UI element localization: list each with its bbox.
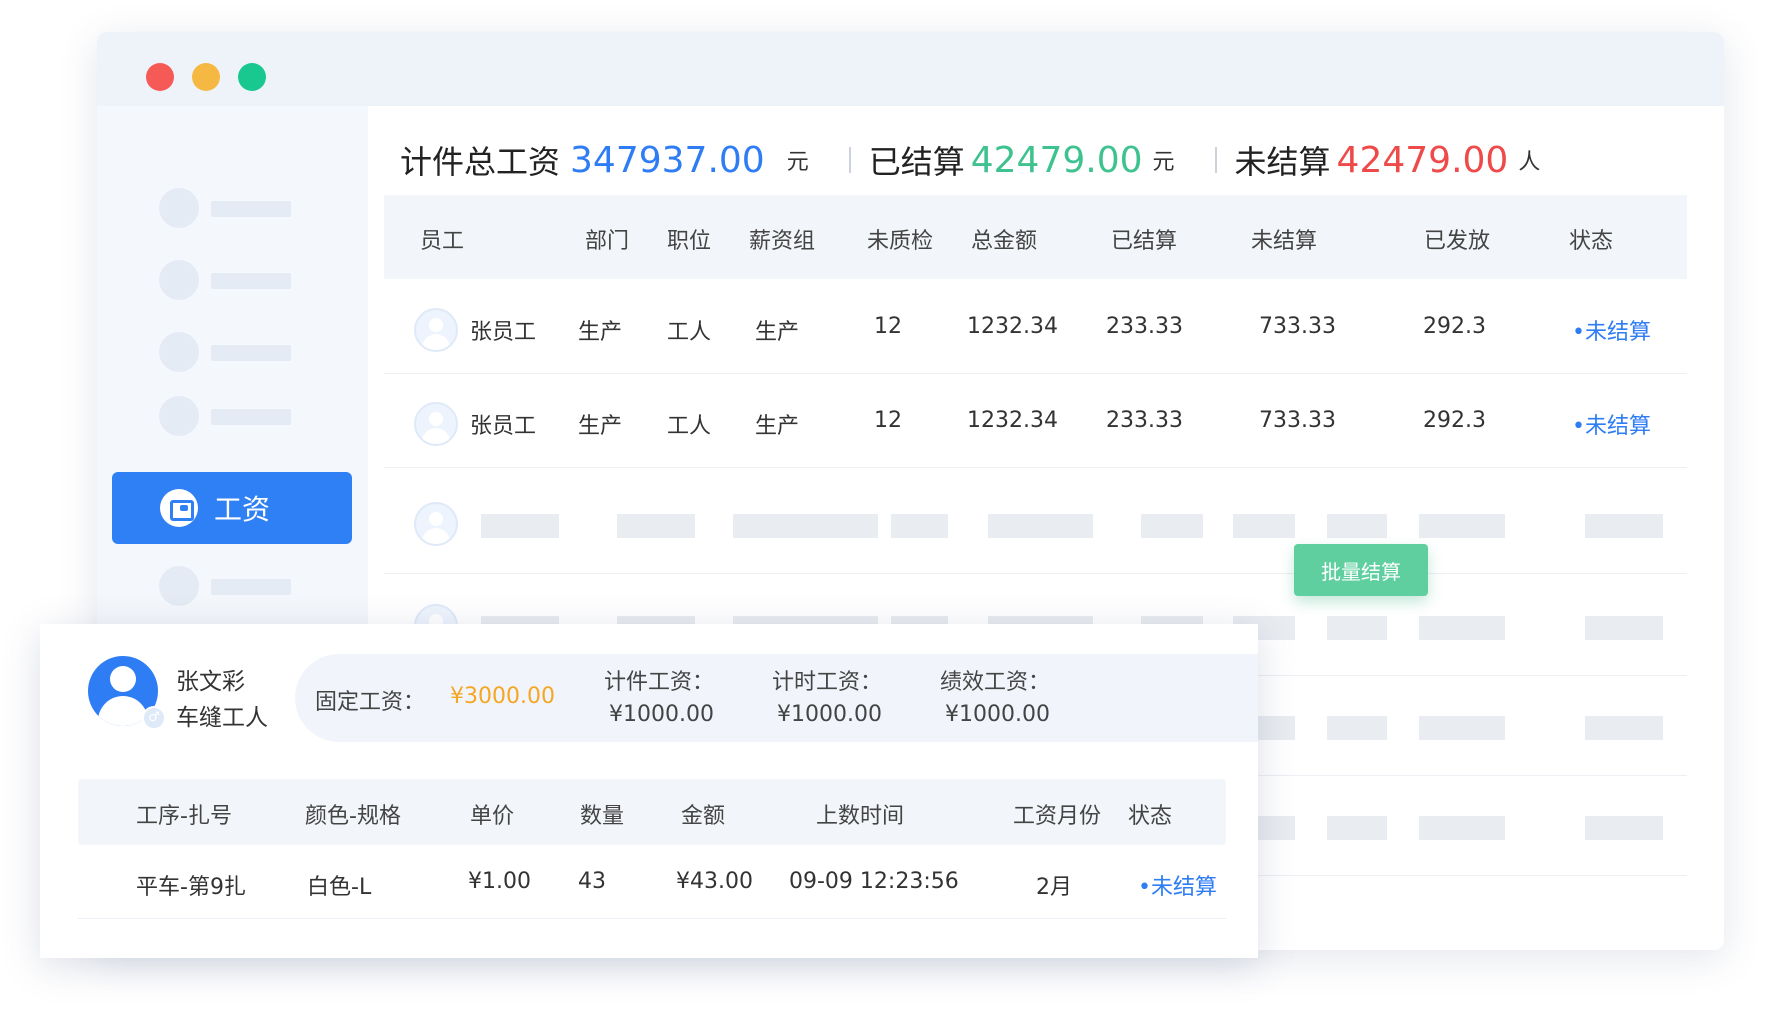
column-header-salary-group[interactable]: 薪资组 (749, 223, 815, 255)
cell-process: 平车-第9扎 (136, 875, 246, 900)
employee-name: 张文彩 (176, 669, 245, 695)
sidebar-item-placeholder[interactable] (159, 188, 309, 228)
cell-upload-time: 09-09 12:23:56 (789, 869, 959, 894)
employee-role: 车缝工人 (176, 705, 268, 731)
fixed-salary-label: 固定工资： (315, 690, 426, 715)
title-bar (97, 32, 1724, 106)
cell-settled: 233.33 (1106, 408, 1183, 433)
cell-unchecked: 12 (874, 314, 902, 339)
cell-settled: 233.33 (1106, 314, 1183, 339)
cell-amount: ¥43.00 (676, 869, 753, 894)
piece-salary-value: ¥1000.00 (609, 702, 714, 727)
column-header-position[interactable]: 职位 (667, 223, 711, 255)
column-header-upload-time[interactable]: 上数时间 (816, 798, 904, 830)
cell-color-size: 白色-L (307, 875, 372, 900)
column-header-unit-price[interactable]: 单价 (470, 798, 514, 830)
cell-total-amount: 1232.34 (967, 408, 1058, 433)
column-header-process[interactable]: 工序-扎号 (136, 798, 232, 830)
settled-label: 已结算 (868, 143, 965, 181)
sidebar-item-label: 工资 (214, 493, 271, 526)
column-header-status[interactable]: 状态 (1128, 798, 1172, 830)
detail-table-header: 工序-扎号 颜色-规格 单价 数量 金额 上数时间 工资月份 状态 (78, 779, 1226, 845)
cell-unchecked: 12 (874, 408, 902, 433)
column-header-quantity[interactable]: 数量 (580, 798, 624, 830)
salary-summary: 计件总工资 347937.00 元 已结算 42479.00 元 未结算 424… (400, 135, 1540, 185)
unsettled-value: 42479.00 (1336, 139, 1509, 181)
unsettled-unit: 人 (1518, 150, 1541, 175)
cell-department: 生产 (578, 414, 623, 439)
cell-department: 生产 (578, 320, 623, 345)
close-window-button[interactable] (146, 63, 174, 91)
cell-position: 工人 (667, 414, 712, 439)
avatar (414, 402, 458, 446)
cell-paid: 292.3 (1423, 408, 1486, 433)
cell-unit-price: ¥1.00 (468, 869, 531, 894)
sidebar-item-placeholder[interactable] (159, 396, 309, 436)
sidebar-item-salary[interactable]: 工资 (112, 472, 352, 544)
total-salary-label: 计件总工资 (400, 143, 561, 181)
table-row[interactable]: 张员工 生产 工人 生产 12 1232.34 233.33 733.33 29… (384, 374, 1687, 468)
divider (848, 147, 851, 173)
status-badge[interactable]: •未结算 (1572, 408, 1651, 440)
column-header-unsettled[interactable]: 未结算 (1251, 223, 1317, 255)
cell-position: 工人 (667, 320, 712, 345)
hourly-salary-label: 计时工资： (772, 670, 883, 695)
cell-salary-month: 2月 (1036, 875, 1072, 900)
column-header-salary-month[interactable]: 工资月份 (1013, 798, 1101, 830)
column-header-unchecked[interactable]: 未质检 (867, 223, 933, 255)
column-header-status[interactable]: 状态 (1569, 223, 1613, 255)
column-header-color-size[interactable]: 颜色-规格 (305, 798, 401, 830)
performance-salary-value: ¥1000.00 (945, 702, 1050, 727)
cell-salary-group: 生产 (755, 414, 800, 439)
total-salary-unit: 元 (786, 150, 809, 175)
sidebar-item-placeholder[interactable] (159, 260, 309, 300)
total-salary-value: 347937.00 (570, 139, 765, 181)
unsettled-label: 未结算 (1234, 143, 1331, 181)
cell-employee: 张员工 (470, 320, 537, 345)
settled-unit: 元 (1152, 150, 1175, 175)
cell-unsettled: 733.33 (1259, 314, 1336, 339)
minimize-window-button[interactable] (192, 63, 220, 91)
cell-quantity: 43 (578, 869, 606, 894)
table-row[interactable]: 张员工 生产 工人 生产 12 1232.34 233.33 733.33 29… (384, 280, 1687, 374)
status-badge[interactable]: •未结算 (1138, 869, 1217, 901)
cell-total-amount: 1232.34 (967, 314, 1058, 339)
column-header-total-amount[interactable]: 总金额 (971, 223, 1037, 255)
sidebar-item-placeholder[interactable] (159, 566, 309, 606)
column-header-amount[interactable]: 金额 (681, 798, 725, 830)
piece-salary-label: 计件工资： (604, 670, 715, 695)
cell-employee: 张员工 (470, 414, 537, 439)
sidebar-item-placeholder[interactable] (159, 332, 309, 372)
cell-unsettled: 733.33 (1259, 408, 1336, 433)
wallet-icon (160, 489, 198, 527)
column-header-department[interactable]: 部门 (585, 223, 629, 255)
status-badge[interactable]: •未结算 (1572, 314, 1651, 346)
cell-paid: 292.3 (1423, 314, 1486, 339)
table-row[interactable]: 平车-第9扎 白色-L ¥1.00 43 ¥43.00 09-09 12:23:… (78, 845, 1226, 919)
divider (1214, 147, 1217, 173)
column-header-employee[interactable]: 员工 (420, 223, 464, 255)
maximize-window-button[interactable] (238, 63, 266, 91)
batch-settle-button[interactable]: 批量结算 (1294, 544, 1428, 596)
hourly-salary-value: ¥1000.00 (777, 702, 882, 727)
avatar (414, 502, 458, 546)
avatar (414, 308, 458, 352)
column-header-paid[interactable]: 已发放 (1424, 223, 1490, 255)
column-header-settled[interactable]: 已结算 (1111, 223, 1177, 255)
employee-detail-card: ♂ 张文彩 车缝工人 固定工资： ¥3000.00 计件工资： ¥1000.00… (40, 624, 1258, 958)
cell-salary-group: 生产 (755, 320, 800, 345)
gender-icon: ♂ (142, 706, 166, 730)
salary-breakdown: 固定工资： ¥3000.00 计件工资： ¥1000.00 计时工资： ¥100… (295, 654, 1258, 742)
performance-salary-label: 绩效工资： (940, 670, 1051, 695)
fixed-salary-value: ¥3000.00 (450, 684, 555, 709)
table-row-placeholder (384, 474, 1687, 574)
salary-table-header: 员工 部门 职位 薪资组 未质检 总金额 已结算 未结算 已发放 状态 (384, 195, 1687, 279)
settled-value: 42479.00 (970, 139, 1143, 181)
